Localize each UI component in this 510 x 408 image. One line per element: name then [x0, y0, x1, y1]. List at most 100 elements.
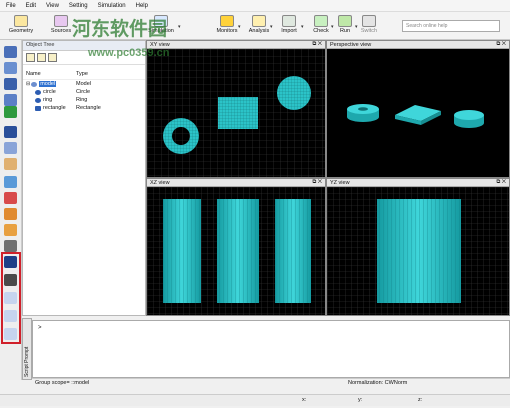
watermark-text: 河东软件园 [72, 19, 168, 40]
layout-tool-icon[interactable] [4, 224, 17, 236]
xz-canvas [147, 187, 325, 315]
folder-icon[interactable] [26, 53, 35, 62]
measure-tool-icon[interactable] [4, 192, 17, 204]
perspective-viewport[interactable]: Perspective view ⧉ ✕ [326, 40, 510, 178]
properties-icon[interactable] [48, 53, 57, 62]
rectangle-3d-object[interactable] [395, 105, 441, 125]
watermark-url: www.pc0359.cn [88, 47, 170, 59]
yz-view-label: YZ view [330, 179, 350, 186]
tree-row-type: Ring [76, 97, 88, 103]
xy-viewport[interactable]: XY view ⧉ ✕ [146, 40, 326, 178]
normalization-text: Normalization: CWNorm [348, 380, 408, 386]
xy-view-title-bar: XY view ⧉ ✕ [147, 41, 325, 49]
xz-view-title-bar: XZ view ⧉ ✕ [147, 179, 325, 187]
table-tool-icon[interactable] [4, 240, 17, 252]
tree-row-type: Model [76, 81, 91, 87]
script-prompt-tab[interactable]: Script Prompt [22, 318, 32, 380]
perspective-canvas [347, 104, 484, 128]
analysis-dropdown-icon[interactable]: ▾ [270, 24, 273, 30]
check-icon [314, 15, 328, 27]
structure-tool-icon[interactable] [4, 46, 17, 58]
ring-xz-object[interactable] [163, 199, 201, 303]
window-controls-icon[interactable]: ⧉ ✕ [312, 179, 322, 186]
rectangle-xz-object[interactable] [217, 199, 259, 303]
scope-status-bar: Group scope= ::model Normalization: CWNo… [32, 378, 510, 388]
simulation-dropdown-icon[interactable]: ▾ [178, 24, 181, 30]
add-object-icon[interactable] [37, 53, 46, 62]
z-coordinate-label: z: [418, 397, 423, 403]
script-prompt-label: Script Prompt [24, 346, 30, 377]
zoom-tool-icon[interactable] [4, 142, 17, 154]
yz-view-title-bar: YZ view ⧉ ✕ [327, 179, 509, 187]
sources-icon [54, 15, 68, 27]
monitors-icon [220, 15, 234, 27]
script-console[interactable]: > [32, 320, 510, 378]
tree-column-headers: Name Type [23, 65, 145, 80]
window-controls-icon[interactable]: ⧉ ✕ [496, 41, 506, 48]
circle-xz-object[interactable] [275, 199, 311, 303]
expand-icon[interactable]: ⊟ [26, 81, 30, 87]
view-tool-icon[interactable] [4, 176, 17, 188]
group-tool-icon[interactable] [4, 78, 17, 90]
switch-button[interactable]: Switch [354, 15, 384, 39]
console-prompt: > [38, 325, 42, 331]
xz-view-label: XZ view [150, 179, 170, 186]
window-controls-icon[interactable]: ⧉ ✕ [312, 41, 322, 48]
window-controls-icon[interactable]: ⧉ ✕ [496, 179, 506, 186]
merged-yz-object[interactable] [377, 199, 461, 303]
xy-canvas [147, 49, 325, 177]
circle-3d-object[interactable] [454, 110, 484, 128]
tree-row-ring[interactable]: ring Ring [23, 96, 145, 104]
menu-bar: File Edit View Setting Simulation Help [0, 0, 510, 12]
yz-canvas [327, 187, 509, 315]
xz-viewport[interactable]: XZ view ⧉ ✕ [146, 178, 326, 316]
select-tool-icon[interactable] [4, 126, 17, 138]
tree-row-name: circle [43, 89, 56, 95]
array-tool-icon[interactable] [4, 94, 17, 106]
menu-edit[interactable]: Edit [26, 3, 36, 9]
object-tree-panel: Object Tree Name Type ⊟ model Model circl… [22, 40, 146, 316]
coordinate-status-bar: x: y: z: [0, 394, 510, 406]
menu-help[interactable]: Help [136, 3, 148, 9]
rectangle-icon [35, 105, 41, 111]
view-layout-1-icon[interactable] [4, 256, 17, 268]
circle-object[interactable] [277, 76, 311, 110]
tree-row-type: Rectangle [76, 105, 101, 111]
menu-setting[interactable]: Setting [69, 3, 88, 9]
pan-tool-icon[interactable] [4, 158, 17, 170]
z-axis-view-icon[interactable] [4, 328, 17, 340]
import-button[interactable]: Import [274, 15, 304, 39]
search-input[interactable]: Search online help [402, 20, 500, 32]
geometry-button[interactable]: Geometry [6, 15, 36, 39]
delete-tool-icon[interactable] [4, 106, 17, 118]
yz-viewport[interactable]: YZ view ⧉ ✕ [326, 178, 510, 316]
tree-row-type: Circle [76, 89, 91, 95]
analysis-icon [252, 15, 266, 27]
column-name[interactable]: Name [26, 71, 76, 77]
column-type[interactable]: Type [76, 71, 88, 77]
x-coordinate-label: x: [302, 397, 307, 403]
left-toolbar [0, 40, 22, 380]
perspective-view-title-bar: Perspective view ⧉ ✕ [327, 41, 509, 49]
tree-row-model[interactable]: ⊟ model Model [23, 80, 145, 88]
tree-row-rectangle[interactable]: rectangle Rectangle [23, 104, 145, 112]
menu-file[interactable]: File [6, 3, 16, 9]
monitors-dropdown-icon[interactable]: ▾ [238, 24, 241, 30]
layer-tool-icon[interactable] [4, 62, 17, 74]
view-layout-2-icon[interactable] [4, 274, 17, 286]
perspective-view-label: Perspective view [330, 41, 372, 48]
tree-row-circle[interactable]: circle Circle [23, 88, 145, 96]
model-icon [31, 81, 38, 87]
y-coordinate-label: y: [358, 397, 363, 403]
rectangle-object[interactable] [218, 97, 258, 129]
tree-row-name: ring [43, 97, 53, 103]
x-axis-view-icon[interactable] [4, 292, 17, 304]
tree-row-name: rectangle [43, 105, 66, 111]
ring-3d-object[interactable] [347, 104, 379, 122]
grid-tool-icon[interactable] [4, 208, 17, 220]
import-dropdown-icon[interactable]: ▾ [301, 24, 304, 30]
menu-view[interactable]: View [46, 3, 59, 9]
circle-icon [35, 89, 41, 95]
y-axis-view-icon[interactable] [4, 310, 17, 322]
menu-simulation[interactable]: Simulation [98, 3, 126, 9]
